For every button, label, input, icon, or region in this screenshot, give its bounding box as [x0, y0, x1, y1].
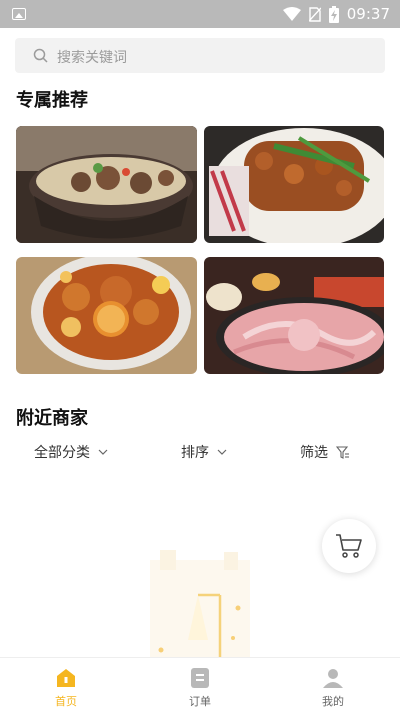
food-image-stew [16, 126, 197, 243]
search-icon [33, 48, 48, 63]
recommend-title: 专属推荐 [16, 90, 88, 111]
funnel-icon [336, 445, 349, 459]
cart-button[interactable] [322, 519, 376, 573]
food-image-rice-bowl [204, 126, 384, 243]
nearby-title: 附近商家 [16, 408, 88, 429]
status-time: 09:37 [346, 5, 390, 23]
recommend-card-stew[interactable] [16, 126, 197, 243]
recommend-card-rice-bowl[interactable] [204, 126, 384, 243]
filter-category[interactable]: 全部分类 [34, 442, 108, 462]
search-bar[interactable]: 搜索关键词 [15, 38, 385, 73]
orders-icon [191, 668, 209, 688]
filter-screen[interactable]: 筛选 [300, 442, 350, 462]
tab-orders[interactable]: 订单 [160, 658, 240, 712]
profile-icon [323, 669, 343, 688]
chevron-down-icon [98, 449, 108, 455]
tab-home[interactable]: 首页 [26, 658, 106, 712]
empty-state-illustration [150, 550, 250, 658]
recommend-card-meat[interactable] [204, 257, 384, 374]
filter-screen-label: 筛选 [300, 445, 328, 461]
wifi-icon [282, 7, 301, 21]
filter-category-label: 全部分类 [34, 445, 90, 461]
chevron-down-icon [217, 449, 227, 455]
filter-sort[interactable]: 排序 [181, 442, 227, 462]
filter-sort-label: 排序 [181, 445, 209, 461]
tab-profile[interactable]: 我的 [293, 658, 373, 712]
shopping-cart-icon [336, 534, 362, 558]
bottom-tab-bar: 首页 订单 我的 [0, 657, 400, 711]
image-icon [12, 8, 26, 20]
battery-charging-icon [328, 5, 339, 23]
search-placeholder: 搜索关键词 [57, 50, 127, 66]
status-bar: 09:37 [0, 0, 400, 28]
tab-home-label: 首页 [55, 695, 77, 708]
home-icon [57, 669, 75, 687]
no-sim-icon [308, 6, 321, 22]
filter-bar: 全部分类 排序 筛选 [0, 442, 400, 464]
recommend-card-chicken[interactable] [16, 257, 197, 374]
tab-profile-label: 我的 [322, 695, 344, 708]
tab-orders-label: 订单 [189, 695, 211, 708]
food-image-chicken [16, 257, 197, 374]
food-image-meat [204, 257, 384, 374]
